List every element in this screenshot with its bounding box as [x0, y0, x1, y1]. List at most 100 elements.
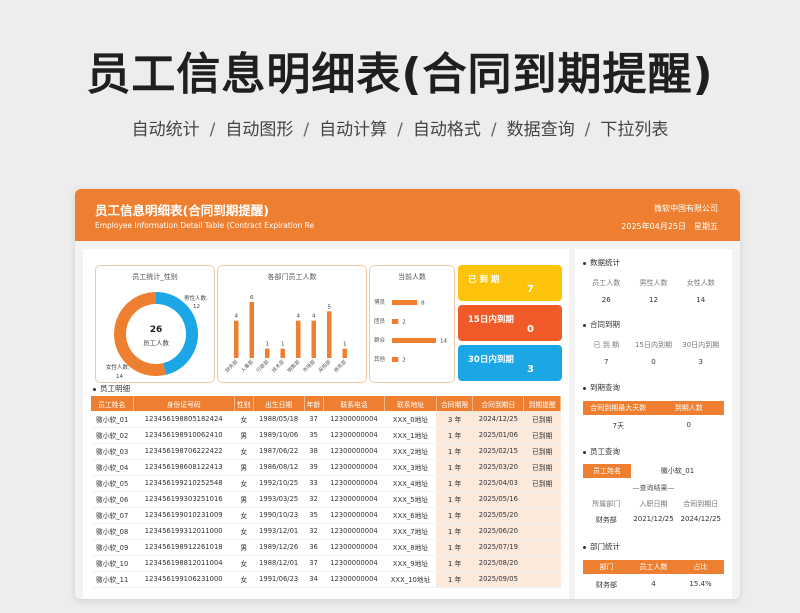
expiry-query-header-1: 合同到期最大天数	[590, 404, 647, 412]
table-cell: 1 年	[436, 571, 473, 588]
table-cell: 微小软_05	[91, 475, 134, 492]
donut-center-value: 26	[150, 325, 163, 335]
emp-query-title-text: 员工查询	[590, 447, 620, 456]
table-cell: 1 年	[436, 475, 473, 492]
gender-donut-chart: 26 员工人数 男性人数, 12 女性人数, 14	[106, 292, 208, 380]
table-row[interactable]: 微小软_02 123456198910062410 男 1989/10/06 35 123…	[91, 427, 561, 444]
table-cell: 123456199106231000	[133, 571, 235, 588]
table-cell	[523, 507, 561, 524]
feature-separator: /	[209, 120, 216, 140]
table-header-cell[interactable]: 到期提醒	[523, 396, 561, 411]
table-cell: 微小软_06	[91, 491, 134, 508]
employee-section-label: 员工明细	[100, 384, 130, 393]
dept-category-label: 技术部	[270, 358, 286, 374]
emp-result-header-3: 合同到期日	[683, 500, 719, 508]
feature-separator: /	[397, 120, 403, 140]
table-cell: XXX_6地址	[384, 507, 437, 524]
expiry-days-input[interactable]: 7天	[583, 421, 654, 431]
female-value: 14	[116, 374, 123, 380]
table-cell: 123456198706222422	[133, 443, 235, 460]
dept-stats-header-1: 部门	[599, 563, 614, 571]
table-cell: 1993/12/01	[253, 523, 305, 540]
table-header-cell[interactable]: 联系电话	[323, 396, 386, 411]
table-cell: 35	[304, 507, 324, 524]
contract-label-3: 30日内到期	[682, 341, 720, 349]
table-cell: 女	[234, 523, 254, 540]
table-row[interactable]: 微小软_09 123456198912261018 男 1989/12/26 36 123…	[91, 539, 561, 556]
table-row[interactable]: 微小软_01 123456198805182424 女 1988/05/18 37 123…	[91, 411, 561, 428]
female-label: 女性人数,	[106, 363, 130, 371]
table-cell: 男	[234, 491, 254, 508]
table-row[interactable]: 微小软_04 123456198608122413 男 1986/08/12 39 123…	[91, 459, 561, 476]
emp-result-value-3: 2024/12/25	[680, 515, 721, 523]
expiry-query-title-text: 到期查询	[590, 383, 620, 392]
stat-expired[interactable]: 已 到 期 7	[458, 265, 562, 301]
table-row[interactable]: 微小软_10 123456198812011004 女 1988/12/01 37 123…	[91, 555, 561, 572]
table-row[interactable]: 微小软_03 123456198706222422 女 1987/06/22 38 123…	[91, 443, 561, 460]
table-row[interactable]: 微小软_08 123456199312011000 女 1993/12/01 32 123…	[91, 523, 561, 540]
table-cell: 微小软_03	[91, 443, 134, 460]
table-header-cell[interactable]: 合同到期日	[472, 396, 525, 411]
dept-value-label: 6	[250, 295, 254, 301]
table-cell: 12300000004	[323, 491, 385, 508]
table-cell: 1 年	[436, 427, 473, 444]
table-cell: 微小软_01	[91, 411, 134, 428]
table-cell: 12300000004	[323, 523, 385, 540]
male-value: 12	[193, 304, 200, 310]
data-stats-block: 数据统计 员工人数 男性人数 女性人数 26 12 14	[583, 257, 724, 304]
table-cell: 34	[304, 571, 324, 588]
table-header-cell[interactable]: 出生日期	[253, 396, 305, 411]
table-cell: 12300000004	[323, 475, 385, 492]
data-stats-title: 数据统计	[583, 257, 724, 268]
table-cell: 1991/06/23	[253, 571, 305, 588]
dept-stats-select[interactable]: 财务部	[583, 580, 630, 590]
table-row[interactable]: 微小软_11 123456199106231000 女 1991/06/23 34 123…	[91, 571, 561, 588]
table-cell: 女	[234, 571, 254, 588]
dept-category-label: 财务部	[224, 358, 240, 374]
edu-bar-card: 当前人数 博员 8 团员 2 群众 14 其他 2	[369, 265, 455, 383]
edu-value-label: 2	[402, 358, 406, 364]
dept-value-label: 4	[235, 314, 239, 320]
stat-30day[interactable]: 30日内到期 3	[458, 345, 562, 381]
table-header-cell[interactable]: 联系地址	[384, 396, 437, 411]
table-cell: 已到期	[523, 427, 561, 444]
table-cell	[523, 555, 561, 572]
table-row[interactable]: 微小软_07 123456199010231009 女 1990/10/23 35 123…	[91, 507, 561, 524]
feature-item: 数据查询	[506, 120, 575, 140]
table-cell: 32	[304, 491, 324, 508]
edu-bar	[392, 357, 399, 362]
table-cell: XXX_2地址	[384, 443, 437, 460]
table-cell: 已到期	[523, 475, 561, 492]
stat-15day[interactable]: 15日内到期 0	[458, 305, 562, 341]
table-cell: 1993/03/25	[253, 491, 305, 508]
table-row[interactable]: 微小软_06 123456199303251016 男 1993/03/25 32 123…	[91, 491, 561, 508]
dept-bar	[327, 311, 332, 358]
table-cell: 2025/05/20	[472, 507, 524, 524]
dept-category-label: 行政部	[255, 358, 271, 374]
table-cell: 123456198910062410	[133, 427, 235, 444]
table-cell: 12300000004	[323, 539, 385, 556]
table-cell: 1986/08/12	[253, 459, 305, 476]
dept-value-label: 5	[328, 304, 332, 310]
table-cell: 12300000004	[323, 459, 385, 476]
table-cell: 2025/05/16	[472, 491, 524, 508]
table-header-cell[interactable]: 员工姓名	[91, 396, 134, 411]
table-header-cell[interactable]: 性别	[234, 396, 254, 411]
table-header-cell[interactable]: 身份证号码	[133, 396, 235, 411]
table-header-cell[interactable]: 合同期限	[436, 396, 474, 411]
table-row[interactable]: 微小软_05 123456199210252548 女 1992/10/25 33 123…	[91, 475, 561, 492]
edu-bar	[392, 300, 418, 305]
dept-bar-chart: 4 财务部 6 人事部 1 行政部 1 技术部 4 销售部 4 市场部 5 采购部 1 商务部	[224, 295, 348, 374]
table-cell	[523, 571, 561, 588]
table-cell: 1988/12/01	[253, 555, 305, 572]
table-cell: XXX_10地址	[384, 571, 437, 588]
data-stats-label-3: 女性人数	[686, 279, 715, 287]
table-cell: 微小软_11	[91, 571, 134, 588]
table-header-cell[interactable]: 年龄	[304, 396, 324, 411]
edu-category-label: 群众	[374, 336, 386, 344]
table-cell: 38	[304, 443, 324, 460]
promo-features: 自动统计 / 自动图形 / 自动计算 / 自动格式 / 数据查询 / 下拉列表	[0, 115, 800, 140]
edu-value-label: 14	[440, 339, 447, 345]
table-cell: 123456198608122413	[133, 459, 235, 476]
emp-name-select[interactable]: 微小软_01	[631, 466, 724, 476]
